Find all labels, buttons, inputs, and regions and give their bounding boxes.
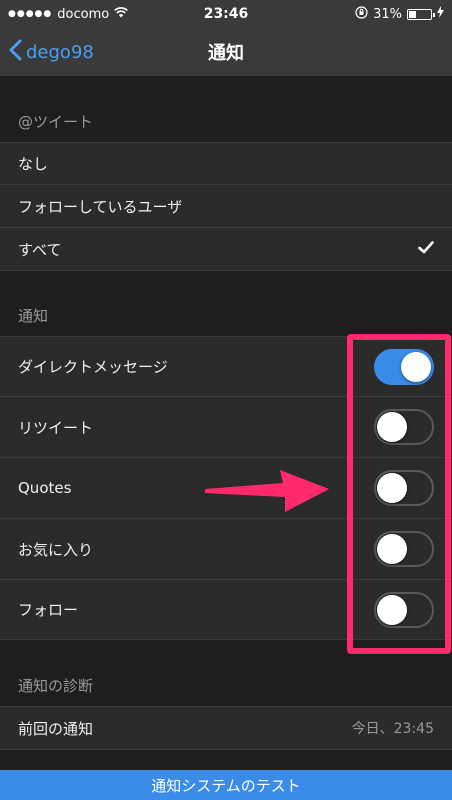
carrier-label: docomo	[57, 6, 110, 22]
notify-label: お気に入り	[18, 540, 94, 559]
notify-row-retweet: リツイート	[0, 397, 452, 458]
notify-row-follow: フォロー	[0, 580, 452, 640]
notify-row-dm: ダイレクトメッセージ	[0, 336, 452, 397]
toggle-follow[interactable]	[374, 591, 434, 628]
notify-row-favorites: お気に入り	[0, 519, 452, 580]
toggle-retweet[interactable]	[374, 409, 434, 445]
section-header-tweets: @ツイート	[18, 113, 94, 131]
wifi-icon	[114, 6, 129, 22]
option-label: フォローしているユーザ	[18, 197, 183, 216]
signal-icon: ●●●●●	[8, 9, 53, 19]
checkmark-icon	[418, 240, 434, 258]
charging-icon	[437, 6, 444, 22]
toggle-quotes[interactable]	[374, 470, 434, 506]
toggle-knob	[377, 473, 407, 503]
notify-label: Quotes	[18, 479, 72, 497]
chevron-left-icon	[8, 39, 22, 66]
option-label: なし	[18, 155, 49, 173]
option-all[interactable]: すべて	[0, 228, 452, 271]
orientation-lock-icon	[355, 5, 368, 23]
nav-bar: dego98 通知	[0, 28, 452, 76]
last-notification-row: 前回の通知 今日、23:45	[0, 706, 452, 750]
toggle-favorites[interactable]	[374, 531, 434, 567]
option-following[interactable]: フォローしているユーザ	[0, 185, 452, 228]
toggle-knob	[377, 412, 407, 442]
toggle-dm[interactable]	[374, 348, 434, 385]
option-none[interactable]: なし	[0, 142, 452, 185]
battery-percent: 31%	[373, 6, 402, 22]
section-header-diagnostics: 通知の診断	[18, 677, 94, 695]
notify-row-quotes: Quotes	[0, 458, 452, 519]
option-label: すべて	[18, 240, 62, 259]
section-header-notifications: 通知	[18, 307, 49, 325]
toggle-knob	[377, 594, 407, 625]
status-bar: ●●●●● docomo 23:46 31%	[0, 0, 452, 28]
last-notification-value: 今日、23:45	[351, 721, 434, 737]
toggle-knob	[401, 351, 431, 382]
page-title: 通知	[208, 43, 244, 64]
notify-label: リツイート	[18, 418, 94, 437]
last-notification-label: 前回の通知	[18, 719, 94, 738]
back-label: dego98	[26, 41, 94, 63]
toggle-knob	[377, 534, 407, 564]
notify-label: ダイレクトメッセージ	[18, 358, 168, 376]
notify-label: フォロー	[18, 601, 79, 619]
test-notification-button[interactable]: 通知システムのテスト	[0, 770, 452, 800]
battery-icon	[407, 8, 435, 20]
back-button[interactable]: dego98	[8, 28, 94, 76]
